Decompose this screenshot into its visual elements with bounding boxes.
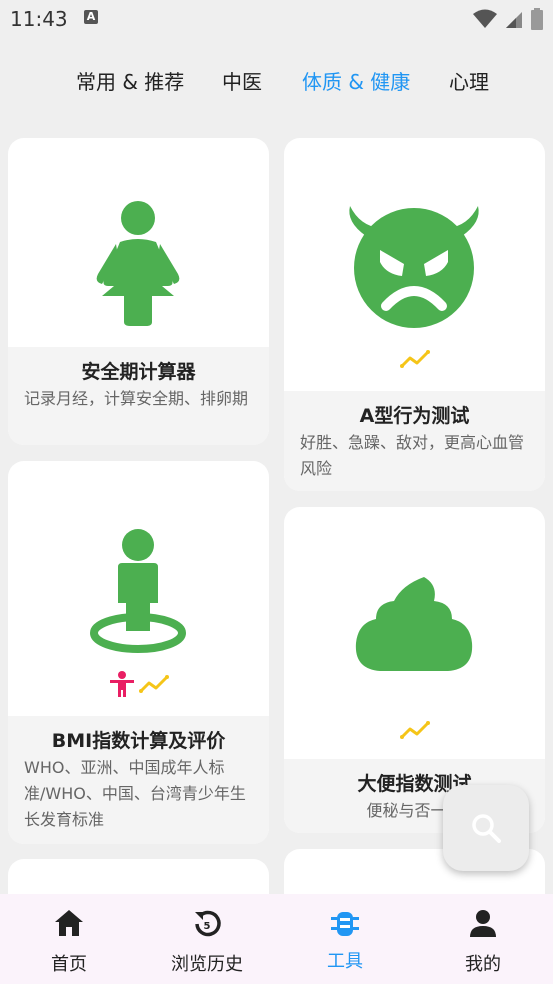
category-tabs: 常用 & 推荐 中医 体质 & 健康 心理: [0, 60, 553, 100]
nav-home[interactable]: 首页: [0, 894, 138, 984]
card-bmi-calculator[interactable]: BMI指数计算及评价 WHO、亚洲、中国成年人标准/WHO、中国、台湾青少年生长…: [8, 461, 269, 844]
nav-tools[interactable]: 工具: [276, 894, 414, 984]
card-caption: A型行为测试 好胜、急躁、敌对，更高心血管风险: [284, 391, 545, 491]
bottom-navigation: 首页 5 浏览历史 工具 我的: [0, 894, 553, 984]
tab-psychology[interactable]: 心理: [449, 66, 489, 95]
nav-profile[interactable]: 我的: [414, 894, 552, 984]
woman-icon: [92, 200, 184, 330]
search-button[interactable]: [443, 785, 529, 871]
status-bar: 11:43 A: [0, 0, 553, 38]
card-description: WHO、亚洲、中国成年人标准/WHO、中国、台湾青少年生长发育标准: [24, 758, 246, 829]
search-icon: [472, 814, 501, 843]
wifi-icon: [472, 9, 497, 28]
card-title: 安全期计算器: [81, 361, 196, 383]
child-icon: [110, 671, 134, 701]
notification-a-icon: A: [84, 10, 98, 24]
angry-face-icon: [346, 206, 482, 334]
poop-icon: [352, 575, 476, 679]
nav-label: 工具: [327, 951, 363, 972]
history-icon: 5: [191, 908, 223, 944]
status-time: 11:43: [10, 7, 68, 31]
tab-common-recommend[interactable]: 常用 & 推荐: [76, 66, 184, 95]
trend-icon: [139, 675, 169, 697]
trend-icon: [400, 350, 430, 372]
card-description: 记录月经，计算安全期、排卵期: [24, 389, 249, 408]
tools-icon: [329, 908, 361, 942]
card-type-a-behavior-test[interactable]: A型行为测试 好胜、急躁、敌对，更高心血管风险: [284, 138, 545, 491]
svg-text:5: 5: [204, 921, 211, 932]
person-icon: [468, 908, 498, 942]
card-safe-period-calculator[interactable]: 安全期计算器 记录月经，计算安全期、排卵期: [8, 138, 269, 445]
trend-icon: [400, 721, 430, 743]
nav-label: 首页: [51, 954, 87, 975]
card-caption: 安全期计算器 记录月经，计算安全期、排卵期: [8, 347, 269, 445]
bmi-person-icon: [88, 529, 188, 659]
card-description: 好胜、急躁、敌对，更高心血管风险: [300, 433, 525, 478]
signal-icon: [505, 12, 522, 28]
nav-history[interactable]: 5 浏览历史: [138, 894, 276, 984]
status-icons: [471, 8, 543, 30]
nav-label: 我的: [465, 954, 501, 975]
battery-icon: [531, 8, 543, 30]
card-caption: BMI指数计算及评价 WHO、亚洲、中国成年人标准/WHO、中国、台湾青少年生长…: [8, 716, 269, 844]
home-icon: [53, 908, 85, 942]
nav-label: 浏览历史: [171, 954, 243, 975]
card-title: A型行为测试: [359, 405, 470, 427]
tab-constitution-health[interactable]: 体质 & 健康: [302, 66, 410, 95]
card-title: BMI指数计算及评价: [51, 730, 226, 752]
tab-tcm[interactable]: 中医: [222, 66, 262, 95]
